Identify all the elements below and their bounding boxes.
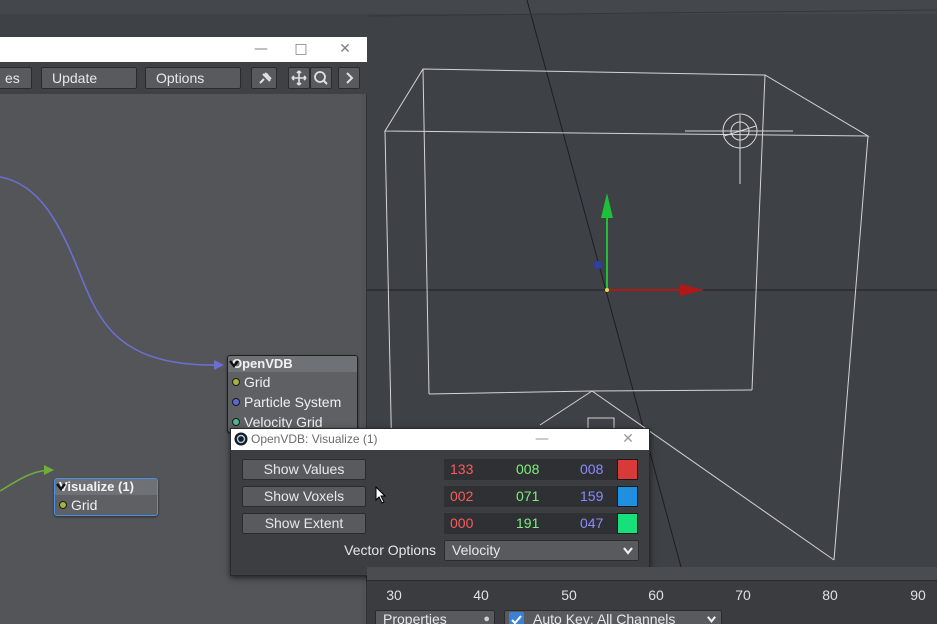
timeline-tick: 30	[386, 587, 402, 603]
visualize-dialog: OpenVDB: Visualize (1) — ✕ Show Values 1…	[230, 428, 650, 576]
show-voxels-label: Show Voxels	[263, 488, 345, 504]
vector-options-value: Velocity	[452, 542, 501, 558]
checkmark-icon	[511, 615, 522, 624]
visualize-node-title: Visualize (1)	[59, 479, 134, 494]
port-icon[interactable]	[232, 378, 240, 386]
edit-nodes-button-label: es	[5, 70, 20, 86]
pan-icon[interactable]	[288, 67, 310, 89]
port-icon[interactable]	[59, 501, 67, 509]
pin-icon[interactable]	[251, 67, 277, 89]
extent-color-swatch[interactable]	[617, 513, 638, 534]
options-button[interactable]: Options	[145, 67, 241, 89]
values-color-field[interactable]: 133 008 008	[444, 459, 638, 480]
voxels-color-field[interactable]: 002 071 159	[444, 486, 638, 507]
vector-options-label: Vector Options	[344, 542, 436, 558]
minimize-icon[interactable]: —	[250, 39, 272, 59]
mouse-cursor-icon	[375, 486, 387, 504]
close-icon[interactable]: ✕	[334, 39, 356, 59]
properties-label: Properties	[383, 611, 447, 624]
timeline-tick: 60	[648, 587, 664, 603]
show-extent-button[interactable]: Show Extent	[242, 513, 366, 534]
update-button[interactable]: Update	[41, 67, 137, 89]
visualize-node[interactable]: Visualize (1) Grid	[54, 478, 158, 516]
auto-key-label: Auto Key: All Channels	[533, 611, 676, 624]
show-extent-label: Show Extent	[264, 515, 344, 531]
axis-gizmo	[594, 193, 704, 296]
show-values-button[interactable]: Show Values	[242, 459, 366, 480]
openvdb-node-header[interactable]: OpenVDB	[228, 356, 357, 372]
pin-small-icon: ●	[483, 613, 490, 624]
openvdb-node[interactable]: OpenVDB Grid Particle System Velocity Gr…	[227, 355, 358, 433]
openvdb-input-grid[interactable]: Grid	[228, 372, 357, 392]
red-value[interactable]: 002	[450, 488, 473, 504]
visualize-dialog-titlebar[interactable]: OpenVDB: Visualize (1) — ✕	[231, 429, 649, 450]
options-button-label: Options	[156, 70, 205, 86]
update-button-label: Update	[52, 70, 98, 86]
close-icon[interactable]: ✕	[617, 429, 639, 449]
port-icon[interactable]	[232, 418, 240, 426]
properties-button[interactable]: Properties ●	[375, 610, 495, 624]
node-editor-toolbar: es Update Options	[0, 62, 367, 94]
input-label: Grid	[244, 374, 271, 390]
auto-key-select[interactable]: Auto Key: All Channels	[504, 610, 722, 624]
red-value[interactable]: 133	[450, 461, 473, 477]
light-crosshair-icon	[685, 113, 793, 184]
edit-nodes-button[interactable]: es	[0, 67, 32, 89]
timeline[interactable]: 30 40 50 60 70 80 90 Properties ● Auto K…	[367, 567, 937, 624]
chevron-right-icon[interactable]	[338, 67, 360, 89]
show-voxels-button[interactable]: Show Voxels	[242, 486, 366, 507]
timeline-tick: 80	[822, 587, 838, 603]
values-color-swatch[interactable]	[617, 459, 638, 480]
blue-value[interactable]: 047	[580, 515, 603, 531]
visualize-input-grid[interactable]: Grid	[55, 495, 157, 515]
green-value[interactable]: 191	[516, 515, 539, 531]
input-label: Grid	[71, 497, 98, 513]
blue-value[interactable]: 008	[580, 461, 603, 477]
visualize-node-header[interactable]: Visualize (1)	[55, 479, 157, 495]
timeline-tick: 50	[561, 587, 577, 603]
auto-key-checkbox[interactable]	[509, 612, 524, 624]
timeline-tick: 70	[735, 587, 751, 603]
chevron-down-icon[interactable]	[706, 614, 717, 624]
red-value[interactable]: 000	[450, 515, 473, 531]
openvdb-input-particle-system[interactable]: Particle System	[228, 392, 357, 412]
openvdb-node-title: OpenVDB	[232, 356, 293, 371]
timeline-scrub-bar[interactable]	[367, 567, 937, 581]
minimize-icon[interactable]: —	[531, 429, 553, 449]
chevron-down-icon[interactable]	[55, 481, 67, 493]
input-label: Particle System	[244, 394, 342, 410]
green-value[interactable]: 008	[516, 461, 539, 477]
vector-options-select[interactable]: Velocity	[444, 540, 639, 561]
maximize-icon[interactable]: □	[290, 39, 312, 59]
port-icon[interactable]	[232, 398, 240, 406]
app-logo-icon	[234, 432, 248, 446]
extent-color-field[interactable]: 000 191 047	[444, 513, 638, 534]
timeline-tick: 90	[910, 587, 926, 603]
voxels-color-swatch[interactable]	[617, 486, 638, 507]
blue-value[interactable]: 159	[580, 488, 603, 504]
node-editor-titlebar[interactable]: — □ ✕	[0, 37, 367, 62]
zoom-icon[interactable]	[310, 67, 332, 89]
chevron-down-icon[interactable]	[228, 358, 240, 370]
chevron-down-icon[interactable]	[622, 545, 634, 557]
visualize-dialog-title: OpenVDB: Visualize (1)	[251, 432, 378, 446]
timeline-tick: 40	[473, 587, 489, 603]
show-values-label: Show Values	[263, 461, 345, 477]
green-value[interactable]: 071	[516, 488, 539, 504]
